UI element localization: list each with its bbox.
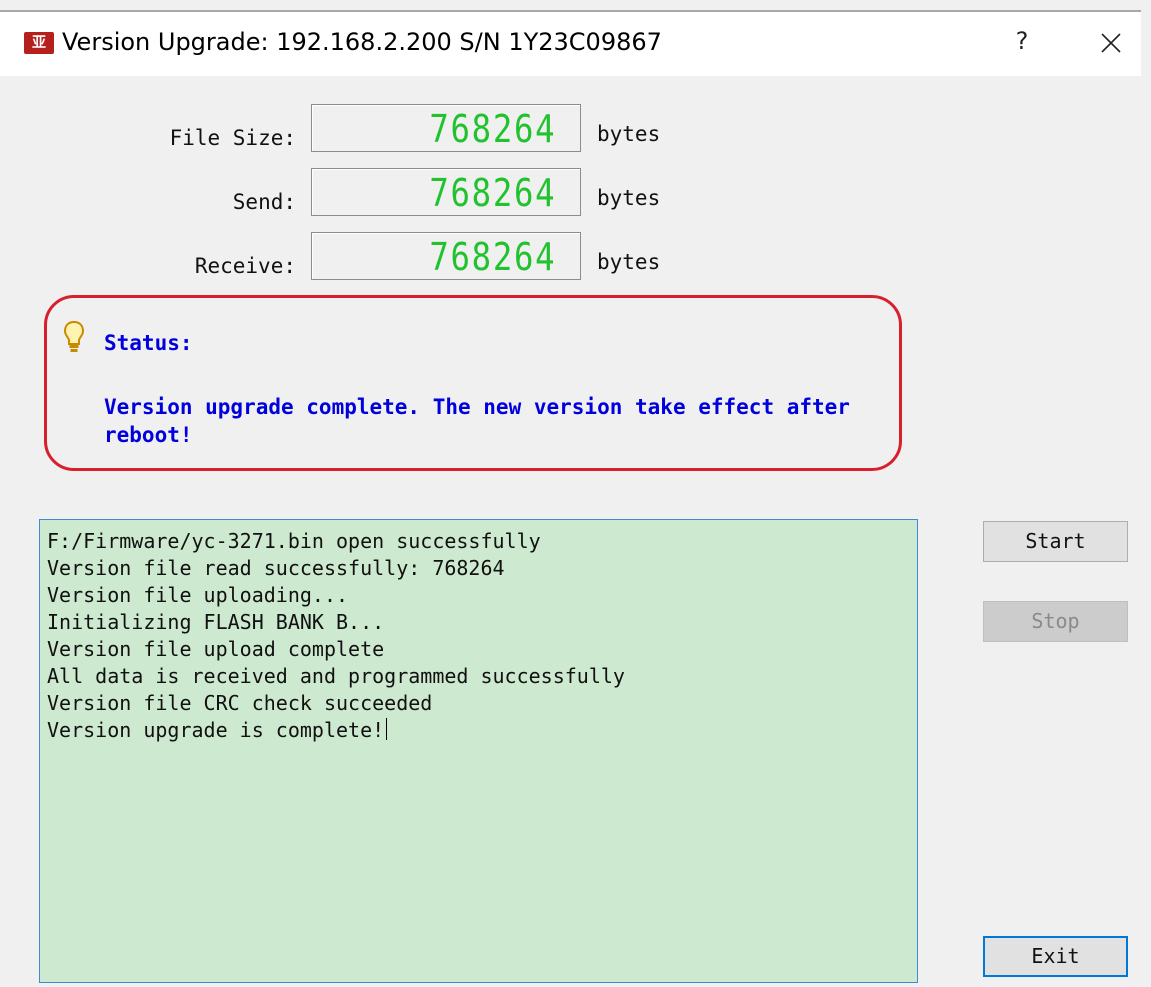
- text-cursor: [386, 718, 388, 740]
- help-button[interactable]: ?: [1008, 26, 1036, 56]
- status-message: Version upgrade complete. The new versio…: [104, 395, 850, 447]
- log-line: Version file read successfully: 768264: [47, 556, 505, 580]
- receive-label: Receive:: [194, 254, 296, 278]
- close-button[interactable]: [1096, 28, 1126, 58]
- log-line: Version file uploading...: [47, 583, 349, 607]
- log-line: Initializing FLASH BANK B...: [47, 610, 385, 634]
- title-bar[interactable]: 亚 Version Upgrade: 192.168.2.200 S/N 1Y2…: [0, 12, 1141, 76]
- stop-button[interactable]: Stop: [983, 601, 1128, 642]
- file-size-label: File Size:: [169, 126, 296, 150]
- receive-display: 768264: [311, 232, 581, 280]
- send-label: Send:: [232, 190, 296, 214]
- receive-value: 768264: [429, 235, 556, 279]
- status-title: Status:: [104, 331, 193, 355]
- close-icon: [1101, 33, 1121, 53]
- send-unit: bytes: [597, 186, 661, 210]
- file-size-value: 768264: [429, 107, 556, 151]
- start-button[interactable]: Start: [983, 521, 1128, 562]
- lightbulb-icon: [63, 320, 85, 352]
- file-size-unit: bytes: [597, 122, 661, 146]
- log-line-last: Version upgrade is complete!: [47, 717, 910, 744]
- file-size-display: 768264: [311, 104, 581, 152]
- log-line: Version file CRC check succeeded: [47, 691, 433, 715]
- log-line: All data is received and programmed succ…: [47, 664, 625, 688]
- log-line-text: Version upgrade is complete!: [47, 718, 385, 742]
- window-title: Version Upgrade: 192.168.2.200 S/N 1Y23C…: [62, 28, 662, 56]
- version-upgrade-dialog: 亚 Version Upgrade: 192.168.2.200 S/N 1Y2…: [0, 0, 1151, 987]
- app-logo-icon: 亚: [24, 32, 54, 54]
- log-line: Version file upload complete: [47, 637, 385, 661]
- send-value: 768264: [429, 171, 556, 215]
- log-line: F:/Firmware/yc-3271.bin open successfull…: [47, 529, 541, 553]
- status-panel: Status: Version upgrade complete. The ne…: [44, 295, 902, 471]
- exit-button[interactable]: Exit: [983, 936, 1128, 977]
- send-display: 768264: [311, 168, 581, 216]
- receive-unit: bytes: [597, 250, 661, 274]
- log-output[interactable]: F:/Firmware/yc-3271.bin open successfull…: [39, 519, 918, 983]
